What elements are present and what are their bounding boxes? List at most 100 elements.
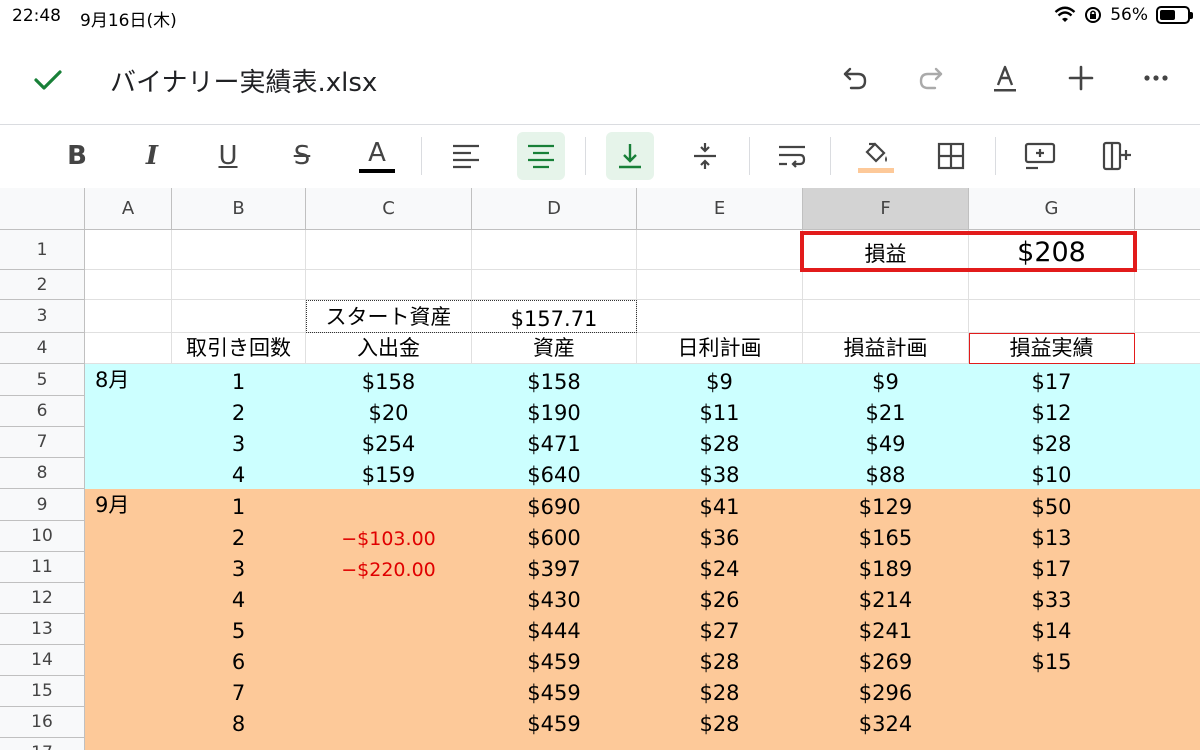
cell-d8[interactable]: $640 (472, 458, 637, 489)
borders-icon[interactable] (927, 132, 975, 180)
row-header-13[interactable]: 13 (0, 614, 85, 645)
cell-h6[interactable] (1135, 396, 1200, 427)
cell-g8[interactable]: $10 (969, 458, 1135, 489)
cell-f12[interactable]: $214 (803, 583, 969, 614)
cell-d5[interactable]: $158 (472, 364, 637, 396)
cell-f7[interactable]: $49 (803, 427, 969, 458)
cell-f3[interactable] (803, 300, 969, 333)
column-header-e[interactable]: E (637, 188, 803, 230)
cell-g15[interactable] (969, 676, 1135, 707)
align-center-icon[interactable] (517, 132, 565, 180)
row-header-17[interactable]: 17 (0, 738, 85, 750)
cell-h7[interactable] (1135, 427, 1200, 458)
cell-h10[interactable] (1135, 521, 1200, 552)
cell-e13[interactable]: $27 (637, 614, 803, 645)
cell-a11[interactable] (85, 552, 172, 583)
cell-c11[interactable]: −$220.00 (306, 552, 472, 583)
cell-h9[interactable] (1135, 489, 1200, 521)
cell-a2[interactable] (85, 270, 172, 300)
cell-d17[interactable] (472, 738, 637, 750)
cell-b8[interactable]: 4 (172, 458, 306, 489)
cell-c6[interactable]: $20 (306, 396, 472, 427)
cell-b5[interactable]: 1 (172, 364, 306, 396)
wrap-icon[interactable] (768, 132, 816, 180)
row-header-15[interactable]: 15 (0, 676, 85, 707)
cell-c1[interactable] (306, 230, 472, 270)
valign-middle-icon[interactable] (681, 132, 729, 180)
cell-h17[interactable] (1135, 738, 1200, 750)
valign-bottom-icon[interactable] (606, 132, 654, 180)
cell-c17[interactable] (306, 738, 472, 750)
cell-e12[interactable]: $26 (637, 583, 803, 614)
cell-c12[interactable] (306, 583, 472, 614)
cell-a8[interactable] (85, 458, 172, 489)
row-header-14[interactable]: 14 (0, 645, 85, 676)
cell-h16[interactable] (1135, 707, 1200, 738)
cell-b12[interactable]: 4 (172, 583, 306, 614)
more-icon[interactable] (1138, 60, 1174, 96)
cell-d9[interactable]: $690 (472, 489, 637, 521)
cell-d15[interactable]: $459 (472, 676, 637, 707)
cell-g12[interactable]: $33 (969, 583, 1135, 614)
row-header-12[interactable]: 12 (0, 583, 85, 614)
cell-g16[interactable] (969, 707, 1135, 738)
cell-c9[interactable] (306, 489, 472, 521)
cell-g17[interactable] (969, 738, 1135, 750)
cell-c8[interactable]: $159 (306, 458, 472, 489)
cell-a15[interactable] (85, 676, 172, 707)
cell-b16[interactable]: 8 (172, 707, 306, 738)
row-header-5[interactable]: 5 (0, 364, 85, 396)
cell-f9[interactable]: $129 (803, 489, 969, 521)
cell-g2[interactable] (969, 270, 1135, 300)
cell-d4[interactable]: 資産 (472, 333, 637, 364)
cell-d10[interactable]: $600 (472, 521, 637, 552)
fill-color-icon[interactable] (852, 132, 900, 180)
cell-e16[interactable]: $28 (637, 707, 803, 738)
row-header-6[interactable]: 6 (0, 396, 85, 427)
cell-h15[interactable] (1135, 676, 1200, 707)
cell-d2[interactable] (472, 270, 637, 300)
cell-h8[interactable] (1135, 458, 1200, 489)
column-header-d[interactable]: D (472, 188, 637, 230)
cell-a12[interactable] (85, 583, 172, 614)
cell-g14[interactable]: $15 (969, 645, 1135, 676)
cell-e14[interactable]: $28 (637, 645, 803, 676)
cell-f15[interactable]: $296 (803, 676, 969, 707)
row-header-2[interactable]: 2 (0, 270, 85, 300)
cell-h1[interactable] (1135, 230, 1200, 270)
cell-c15[interactable] (306, 676, 472, 707)
cell-c4[interactable]: 入出金 (306, 333, 472, 364)
cell-h13[interactable] (1135, 614, 1200, 645)
row-header-10[interactable]: 10 (0, 521, 85, 552)
cell-e1[interactable] (637, 230, 803, 270)
cell-g10[interactable]: $13 (969, 521, 1135, 552)
row-header-16[interactable]: 16 (0, 707, 85, 738)
cell-b1[interactable] (172, 230, 306, 270)
cell-a1[interactable] (85, 230, 172, 270)
cell-b6[interactable]: 2 (172, 396, 306, 427)
row-header-7[interactable]: 7 (0, 427, 85, 458)
cell-f14[interactable]: $269 (803, 645, 969, 676)
column-header-f[interactable]: F (803, 188, 969, 230)
cell-e10[interactable]: $36 (637, 521, 803, 552)
cell-a14[interactable] (85, 645, 172, 676)
cell-e7[interactable]: $28 (637, 427, 803, 458)
cell-d1[interactable] (472, 230, 637, 270)
cell-c7[interactable]: $254 (306, 427, 472, 458)
cell-a7[interactable] (85, 427, 172, 458)
cell-a13[interactable] (85, 614, 172, 645)
cell-d12[interactable]: $430 (472, 583, 637, 614)
cell-b13[interactable]: 5 (172, 614, 306, 645)
strikethrough-icon[interactable]: S (278, 132, 326, 180)
cell-g5[interactable]: $17 (969, 364, 1135, 396)
cell-e9[interactable]: $41 (637, 489, 803, 521)
cell-c10[interactable]: −$103.00 (306, 521, 472, 552)
cell-e11[interactable]: $24 (637, 552, 803, 583)
cell-b10[interactable]: 2 (172, 521, 306, 552)
column-header-c[interactable]: C (306, 188, 472, 230)
cell-g3[interactable] (969, 300, 1135, 333)
cell-e17[interactable] (637, 738, 803, 750)
row-header-8[interactable]: 8 (0, 458, 85, 489)
cell-b11[interactable]: 3 (172, 552, 306, 583)
text-color-icon[interactable]: A (353, 132, 401, 180)
